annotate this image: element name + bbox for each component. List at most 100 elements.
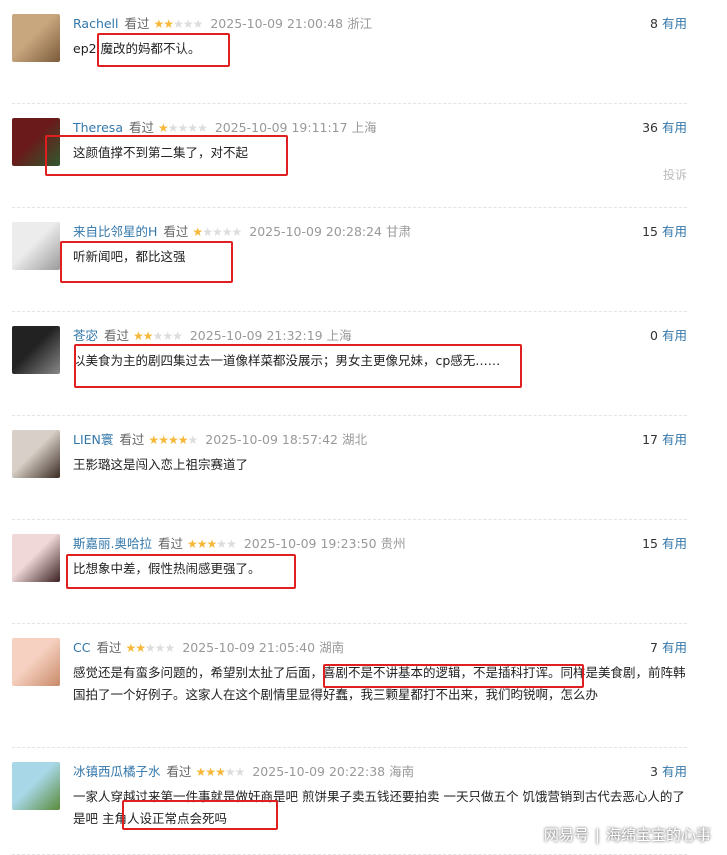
useful-button[interactable]: 有用: [662, 432, 687, 447]
avatar[interactable]: [12, 638, 60, 686]
avatar[interactable]: [12, 14, 60, 62]
star-icon: ★: [177, 121, 189, 135]
useful-button[interactable]: 有用: [662, 224, 687, 239]
avatar[interactable]: [12, 430, 60, 478]
comment-meta: 苍宓 看过 ★★★★★ 2025-10-09 21:32:19 上海: [73, 326, 687, 346]
user-name[interactable]: CC: [73, 640, 90, 655]
comment-location: 湖南: [319, 640, 345, 655]
star-icon: ★: [216, 537, 227, 551]
comment-item: Rachell 看过 ★★★★★ 2025-10-09 21:00:48 浙江 8 有用 ep…: [0, 0, 727, 104]
avatar[interactable]: [12, 222, 60, 270]
useful-vote[interactable]: 36 有用: [642, 118, 687, 138]
highlight-box: [66, 554, 296, 589]
comment-meta: Rachell 看过 ★★★★★ 2025-10-09 21:00:48 浙江: [73, 14, 687, 34]
useful-button[interactable]: 有用: [662, 764, 687, 779]
star-icon: ★: [162, 329, 173, 343]
comment-meta: 斯嘉丽.奥哈拉 看过 ★★★★★ 2025-10-09 19:23:50 贵州: [73, 534, 687, 554]
comment-item: 来自比邻星的H 看过 ★★★★★ 2025-10-09 20:28:24 甘肃 15 有用听…: [0, 208, 727, 312]
highlight-box: [97, 33, 230, 67]
user-name[interactable]: Rachell: [73, 16, 119, 31]
useful-vote[interactable]: 17 有用: [642, 430, 687, 450]
useful-vote[interactable]: 15 有用: [642, 534, 687, 554]
useful-button[interactable]: 有用: [662, 16, 687, 31]
comment-location: 湖北: [342, 432, 368, 447]
comment-location: 海南: [389, 764, 415, 779]
star-icon: ★: [234, 765, 246, 779]
highlight-box: [74, 344, 522, 388]
useful-vote[interactable]: 0 有用: [650, 326, 687, 346]
star-icon: ★: [211, 225, 223, 239]
vote-count: 3: [650, 764, 658, 779]
comment-location: 上海: [351, 120, 377, 135]
useful-button[interactable]: 有用: [662, 120, 687, 135]
highlight-box: [122, 800, 278, 830]
user-name[interactable]: Theresa: [73, 120, 123, 135]
star-icon: ★: [192, 225, 203, 239]
comment-time: 2025-10-09 21:32:19: [189, 328, 323, 343]
avatar[interactable]: [12, 326, 60, 374]
comment-meta: CC 看过 ★★★★★ 2025-10-09 21:05:40 湖南: [73, 638, 687, 658]
highlight-box: [323, 664, 584, 688]
star-rating: ★★★★★: [133, 329, 183, 343]
watermark-author: 海绵宝宝的心事: [605, 826, 711, 844]
vote-count: 7: [650, 640, 658, 655]
comment-time: 2025-10-09 19:11:17: [214, 120, 348, 135]
star-rating: ★★★★★: [148, 433, 198, 447]
user-name[interactable]: LIEN寰: [73, 432, 113, 447]
star-icon: ★: [206, 537, 218, 551]
useful-vote[interactable]: 8 有用: [650, 14, 687, 34]
star-icon: ★: [154, 641, 166, 655]
useful-vote[interactable]: 3 有用: [650, 762, 687, 782]
user-name[interactable]: 斯嘉丽.奥哈拉: [73, 536, 152, 551]
watermark-brand: 网易号: [543, 826, 589, 844]
star-icon: ★: [152, 329, 164, 343]
comment-location: 甘肃: [386, 224, 412, 239]
comment-item: CC 看过 ★★★★★ 2025-10-09 21:05:40 湖南 7 有用 感觉还是有蛮多…: [0, 624, 727, 748]
star-rating: ★★★★★: [125, 641, 176, 655]
watched-label: 看过: [163, 224, 189, 239]
report-link[interactable]: 投诉: [663, 166, 687, 183]
comment-time: 2025-10-09 19:23:50: [243, 536, 377, 551]
star-rating: ★★★★★: [196, 765, 246, 779]
star-icon: ★: [163, 17, 174, 31]
watched-label: 看过: [128, 120, 154, 135]
star-icon: ★: [164, 641, 176, 655]
star-icon: ★: [158, 433, 169, 447]
useful-button[interactable]: 有用: [662, 640, 687, 655]
star-rating: ★★★★★: [153, 17, 204, 31]
star-icon: ★: [167, 121, 179, 135]
watched-label: 看过: [157, 536, 183, 551]
star-icon: ★: [187, 121, 198, 135]
star-rating: ★★★★★: [192, 225, 242, 239]
avatar[interactable]: [12, 762, 60, 810]
star-icon: ★: [187, 537, 198, 551]
vote-count: 36: [642, 120, 658, 135]
star-icon: ★: [125, 641, 136, 655]
user-name[interactable]: 冰镇西瓜橘子水: [73, 764, 161, 779]
vote-count: 17: [642, 432, 658, 447]
useful-vote[interactable]: 7 有用: [650, 638, 687, 658]
star-icon: ★: [158, 121, 169, 135]
useful-button[interactable]: 有用: [662, 328, 687, 343]
star-icon: ★: [196, 537, 208, 551]
user-name[interactable]: 苍宓: [73, 328, 98, 343]
vote-count: 15: [642, 224, 658, 239]
star-icon: ★: [205, 765, 216, 779]
user-name[interactable]: 来自比邻星的H: [73, 224, 157, 239]
star-rating: ★★★★★: [187, 537, 237, 551]
useful-button[interactable]: 有用: [662, 536, 687, 551]
star-rating: ★★★★★: [158, 121, 208, 135]
highlight-box: [60, 241, 233, 283]
useful-vote[interactable]: 15 有用: [642, 222, 687, 242]
star-icon: ★: [153, 17, 165, 31]
watched-label: 看过: [104, 328, 130, 343]
comment-location: 上海: [326, 328, 352, 343]
star-icon: ★: [215, 765, 226, 779]
star-icon: ★: [224, 765, 236, 779]
comment-location: 浙江: [347, 16, 373, 31]
watched-label: 看过: [124, 16, 150, 31]
star-icon: ★: [192, 17, 204, 31]
comment-item: Theresa 看过 ★★★★★ 2025-10-09 19:11:17 上海 36 有用这…: [0, 104, 727, 208]
comment-meta: LIEN寰 看过 ★★★★★ 2025-10-09 18:57:42 湖北: [73, 430, 687, 450]
avatar[interactable]: [12, 534, 60, 582]
